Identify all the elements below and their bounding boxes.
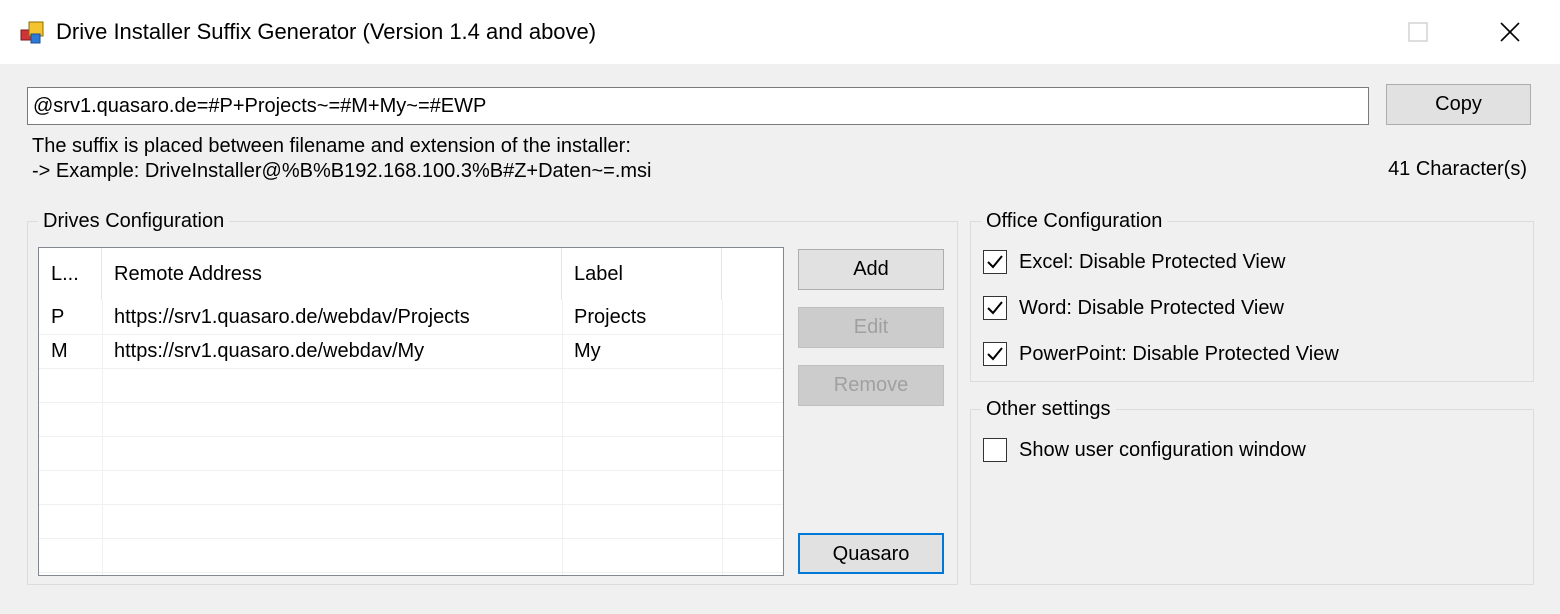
powerpoint-checkbox[interactable]	[983, 342, 1007, 366]
maximize-button[interactable]	[1372, 0, 1464, 64]
empty-row	[39, 368, 783, 403]
column-header-remote-address[interactable]: Remote Address	[102, 248, 562, 300]
add-drive-button[interactable]: Add	[798, 249, 944, 290]
drives-list[interactable]: L... Remote Address Label P https://srv1…	[38, 247, 784, 576]
drive-letter-cell: M	[51, 340, 68, 362]
column-header-label[interactable]: Label	[562, 248, 722, 300]
other-group-title: Other settings	[981, 396, 1116, 422]
empty-row	[39, 470, 783, 505]
title-bar: Drive Installer Suffix Generator (Versio…	[0, 0, 1560, 64]
column-header-letter[interactable]: L...	[39, 248, 102, 300]
checkmark-icon	[987, 347, 1003, 361]
maximize-icon	[1408, 22, 1428, 42]
drives-group-title: Drives Configuration	[38, 208, 230, 234]
table-row[interactable]: P https://srv1.quasaro.de/webdav/Project…	[39, 300, 783, 335]
edit-drive-button[interactable]: Edit	[798, 307, 944, 348]
show-user-config-checkbox[interactable]	[983, 438, 1007, 462]
drives-list-header: L... Remote Address Label	[39, 248, 783, 300]
window-title: Drive Installer Suffix Generator (Versio…	[56, 19, 597, 44]
checkmark-icon	[987, 255, 1003, 269]
empty-row	[39, 436, 783, 471]
copy-button[interactable]: Copy	[1386, 84, 1531, 125]
quasaro-button[interactable]: Quasaro	[798, 533, 944, 574]
app-icon	[20, 21, 44, 44]
drive-letter-cell: P	[51, 306, 65, 328]
suffix-example: -> Example: DriveInstaller@%B%B192.168.1…	[32, 160, 652, 182]
remote-address-cell: https://srv1.quasaro.de/webdav/My	[114, 340, 425, 362]
other-settings-group: Other settings	[970, 396, 1534, 585]
minimize-button[interactable]	[1284, 0, 1376, 64]
suffix-input[interactable]: @srv1.quasaro.de=#P+Projects~=#M+My~=#EW…	[27, 87, 1369, 125]
empty-row	[39, 402, 783, 437]
remove-drive-button[interactable]: Remove	[798, 365, 944, 406]
word-checkbox[interactable]	[983, 296, 1007, 320]
label-cell: My	[574, 340, 601, 362]
empty-row	[39, 504, 783, 539]
close-icon	[1500, 22, 1520, 42]
show-user-config-label: Show user configuration window	[1019, 439, 1306, 461]
table-row[interactable]: M https://srv1.quasaro.de/webdav/My My	[39, 334, 783, 369]
suffix-description: The suffix is placed between filename an…	[32, 135, 631, 157]
minimize-icon	[1321, 31, 1339, 33]
character-count: 41 Character(s)	[1388, 158, 1527, 180]
remote-address-cell: https://srv1.quasaro.de/webdav/Projects	[114, 306, 470, 328]
powerpoint-option-label: PowerPoint: Disable Protected View	[1019, 343, 1339, 365]
close-button[interactable]	[1464, 0, 1556, 64]
office-group-title: Office Configuration	[981, 208, 1168, 234]
label-cell: Projects	[574, 306, 647, 328]
empty-row	[39, 538, 783, 573]
excel-option-label: Excel: Disable Protected View	[1019, 251, 1286, 273]
excel-checkbox[interactable]	[983, 250, 1007, 274]
checkmark-icon	[987, 301, 1003, 315]
word-option-label: Word: Disable Protected View	[1019, 297, 1284, 319]
